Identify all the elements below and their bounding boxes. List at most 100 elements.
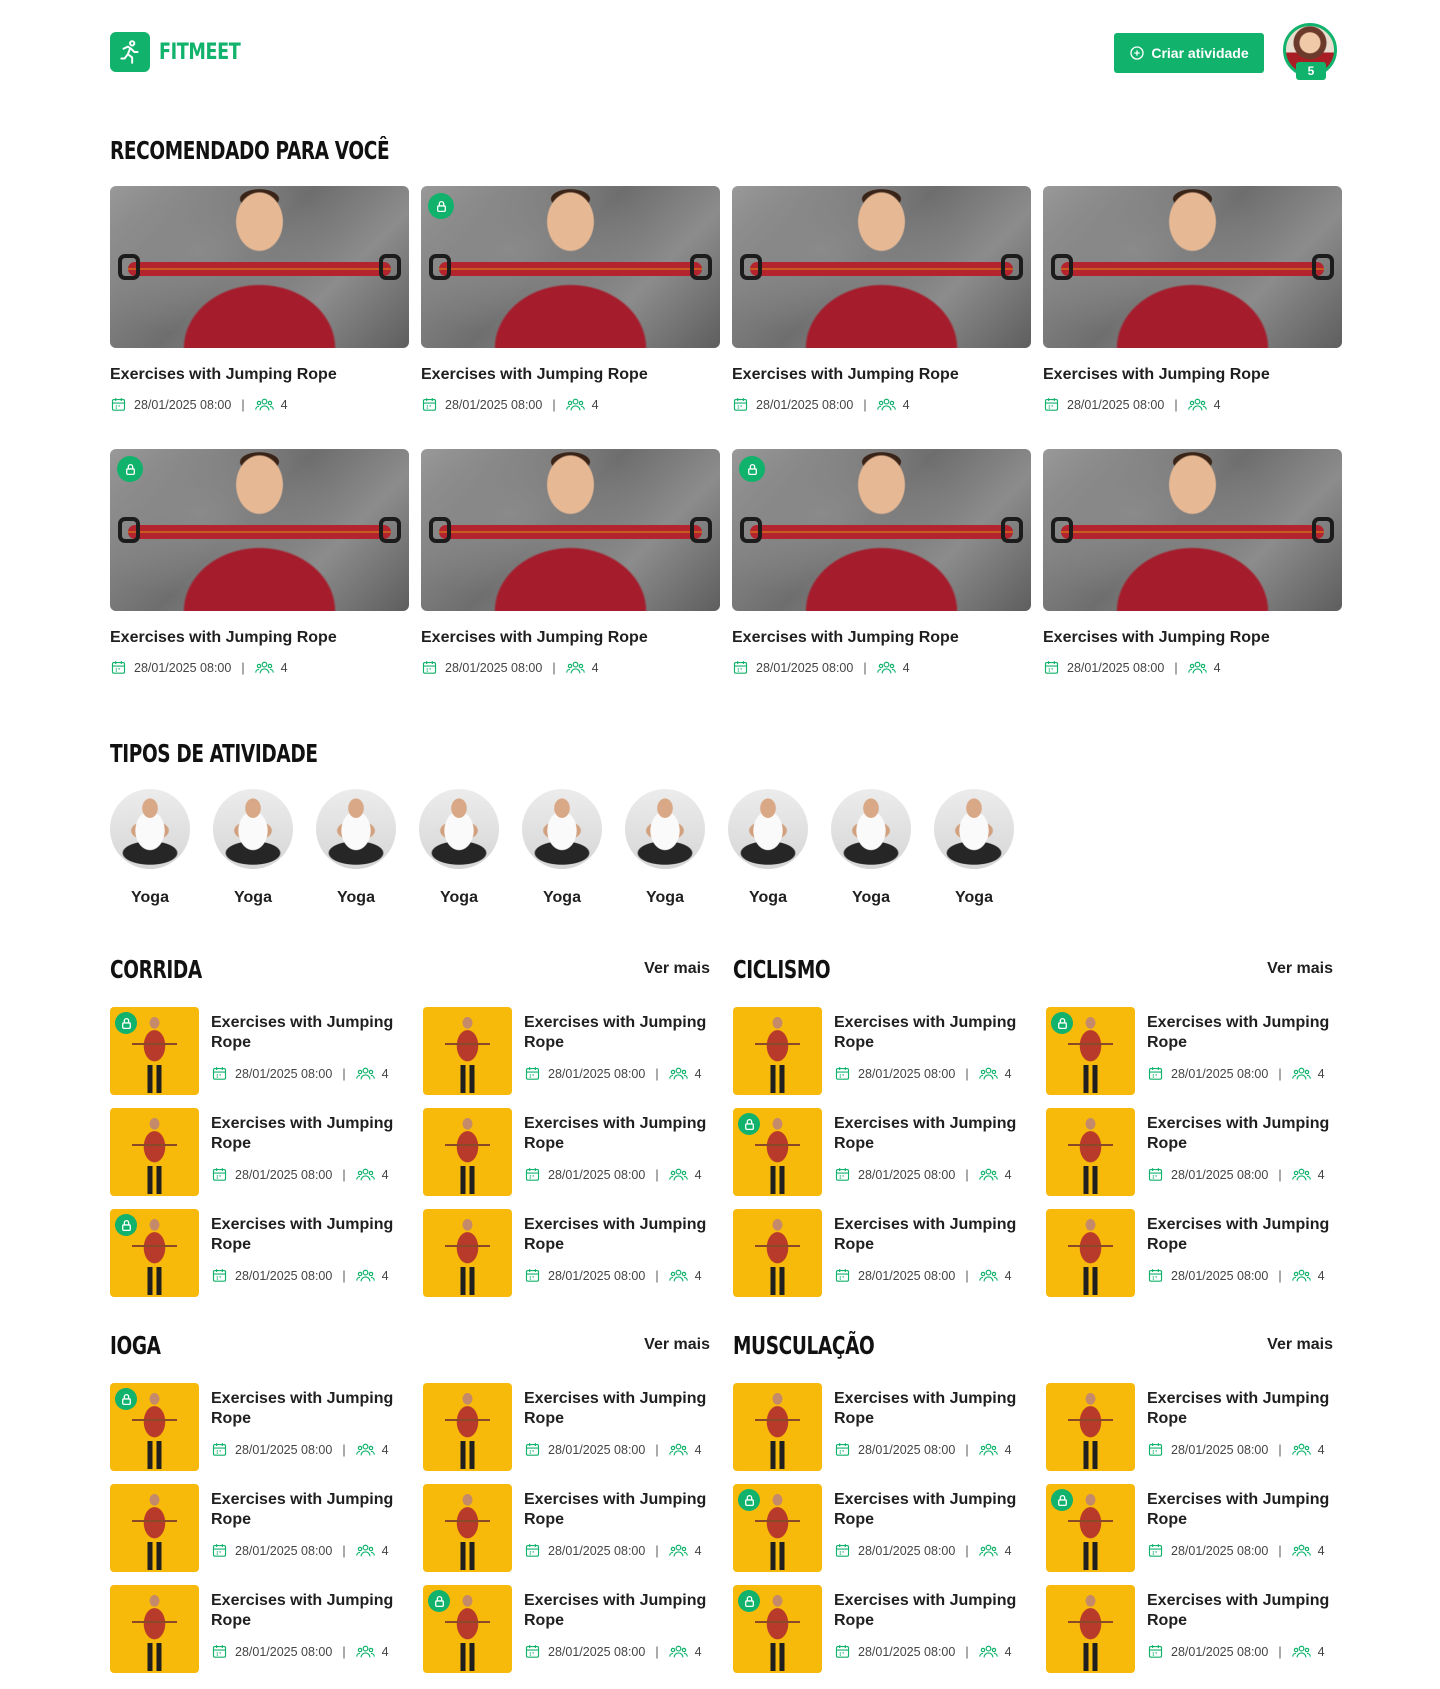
activity-type-item[interactable]: Yoga [831, 789, 911, 907]
activity-type-item[interactable]: Yoga [728, 789, 808, 907]
see-more-link[interactable]: Ver mais [644, 1336, 710, 1354]
activity-thumbnail [423, 1209, 512, 1297]
calendar-icon [524, 1166, 541, 1183]
activity-list-item[interactable]: Exercises with Jumping Rope 28/01/2025 0… [1046, 1007, 1341, 1095]
lock-icon [428, 193, 454, 219]
activity-list-item[interactable]: Exercises with Jumping Rope 28/01/2025 0… [110, 1108, 405, 1196]
user-avatar-button[interactable]: 5 [1283, 23, 1337, 83]
activity-list-item[interactable]: Exercises with Jumping Rope 28/01/2025 0… [1046, 1383, 1341, 1471]
activity-info: Exercises with Jumping Rope 28/01/2025 0… [834, 1007, 1028, 1095]
activity-date: 28/01/2025 08:00 [1171, 1442, 1269, 1457]
activity-type-item[interactable]: Yoga [625, 789, 705, 907]
activity-title: Exercises with Jumping Rope [1147, 1115, 1330, 1152]
calendar-icon [524, 1065, 541, 1082]
activity-card[interactable]: Exercises with Jumping Rope 28/01/2025 0… [1043, 449, 1342, 676]
activity-card[interactable]: Exercises with Jumping Rope 28/01/2025 0… [421, 449, 720, 676]
activity-type-image [419, 789, 499, 869]
activity-title: Exercises with Jumping Rope [1043, 629, 1270, 646]
activity-list-item[interactable]: Exercises with Jumping Rope 28/01/2025 0… [110, 1209, 405, 1297]
activity-card[interactable]: Exercises with Jumping Rope 28/01/2025 0… [732, 186, 1031, 413]
see-more-link[interactable]: Ver mais [644, 960, 710, 978]
activity-title: Exercises with Jumping Rope [211, 1014, 394, 1051]
activity-list-item[interactable]: Exercises with Jumping Rope 28/01/2025 0… [733, 1108, 1028, 1196]
activity-list-item[interactable]: Exercises with Jumping Rope 28/01/2025 0… [423, 1007, 718, 1095]
activity-card[interactable]: Exercises with Jumping Rope 28/01/2025 0… [732, 449, 1031, 676]
activity-list-item[interactable]: Exercises with Jumping Rope 28/01/2025 0… [110, 1383, 405, 1471]
activity-title: Exercises with Jumping Rope [211, 1390, 394, 1427]
activity-list-item[interactable]: Exercises with Jumping Rope 28/01/2025 0… [1046, 1209, 1341, 1297]
activity-date: 28/01/2025 08:00 [1171, 1268, 1269, 1283]
activity-meta: 28/01/2025 08:00 | 4 [732, 659, 1031, 676]
meta-separator: | [655, 1268, 659, 1283]
participants-count: 4 [280, 397, 288, 412]
activity-thumbnail [423, 1108, 512, 1196]
participants-count: 4 [1317, 1066, 1325, 1081]
activity-title: Exercises with Jumping Rope [421, 366, 648, 383]
people-icon [978, 1542, 998, 1559]
participants-count: 4 [1317, 1268, 1325, 1283]
activity-thumbnail [733, 1108, 822, 1196]
activity-card[interactable]: Exercises with Jumping Rope 28/01/2025 0… [110, 449, 409, 676]
activity-meta: 28/01/2025 08:00 | 4 [421, 396, 720, 413]
participants-count: 4 [381, 1543, 389, 1558]
activity-list-item[interactable]: Exercises with Jumping Rope 28/01/2025 0… [423, 1383, 718, 1471]
activity-list-item[interactable]: Exercises with Jumping Rope 28/01/2025 0… [110, 1585, 405, 1673]
activity-card[interactable]: Exercises with Jumping Rope 28/01/2025 0… [1043, 186, 1342, 413]
activity-list-item[interactable]: Exercises with Jumping Rope 28/01/2025 0… [110, 1484, 405, 1572]
activity-card[interactable]: Exercises with Jumping Rope 28/01/2025 0… [421, 186, 720, 413]
activity-meta: 28/01/2025 08:00 | 4 [524, 1542, 718, 1559]
participants-count: 4 [280, 660, 288, 675]
activity-title: Exercises with Jumping Rope [524, 1491, 707, 1528]
activity-type-item[interactable]: Yoga [934, 789, 1014, 907]
calendar-icon [211, 1267, 228, 1284]
activity-info: Exercises with Jumping Rope 28/01/2025 0… [524, 1484, 718, 1572]
activity-list-item[interactable]: Exercises with Jumping Rope 28/01/2025 0… [733, 1007, 1028, 1095]
brand-logo[interactable]: FITMEET [110, 32, 261, 72]
activity-info: Exercises with Jumping Rope 28/01/2025 0… [524, 1108, 718, 1196]
activity-type-item[interactable]: Yoga [419, 789, 499, 907]
meta-separator: | [965, 1644, 969, 1659]
people-icon [565, 659, 585, 676]
activity-thumbnail [1046, 1484, 1135, 1572]
meta-separator: | [965, 1442, 969, 1457]
meta-separator: | [655, 1644, 659, 1659]
activity-type-image [934, 789, 1014, 869]
activity-list-item[interactable]: Exercises with Jumping Rope 28/01/2025 0… [1046, 1585, 1341, 1673]
activity-list-item[interactable]: Exercises with Jumping Rope 28/01/2025 0… [110, 1007, 405, 1095]
activity-list-item[interactable]: Exercises with Jumping Rope 28/01/2025 0… [1046, 1108, 1341, 1196]
people-icon [1291, 1542, 1311, 1559]
activity-type-item[interactable]: Yoga [213, 789, 293, 907]
activity-title: Exercises with Jumping Rope [211, 1491, 394, 1528]
calendar-icon [1043, 396, 1060, 413]
people-icon [978, 1065, 998, 1082]
activity-type-image [831, 789, 911, 869]
create-activity-button[interactable]: Criar atividade [1114, 33, 1264, 73]
activity-type-item[interactable]: Yoga [522, 789, 602, 907]
activity-card[interactable]: Exercises with Jumping Rope 28/01/2025 0… [110, 186, 409, 413]
people-icon [668, 1542, 688, 1559]
activity-list-item[interactable]: Exercises with Jumping Rope 28/01/2025 0… [423, 1108, 718, 1196]
activity-list-item[interactable]: Exercises with Jumping Rope 28/01/2025 0… [733, 1383, 1028, 1471]
activity-type-item[interactable]: Yoga [110, 789, 190, 907]
people-icon [876, 659, 896, 676]
people-icon [978, 1643, 998, 1660]
activity-type-label: Yoga [440, 889, 478, 906]
see-more-link[interactable]: Ver mais [1267, 960, 1333, 978]
activity-list-item[interactable]: Exercises with Jumping Rope 28/01/2025 0… [1046, 1484, 1341, 1572]
participants-count: 4 [694, 1442, 702, 1457]
activity-list-item[interactable]: Exercises with Jumping Rope 28/01/2025 0… [733, 1484, 1028, 1572]
activity-list-item[interactable]: Exercises with Jumping Rope 28/01/2025 0… [733, 1585, 1028, 1673]
participants-count: 4 [381, 1066, 389, 1081]
activity-image [732, 186, 1031, 348]
activity-title: Exercises with Jumping Rope [834, 1491, 1017, 1528]
activity-date: 28/01/2025 08:00 [1067, 397, 1165, 412]
activity-type-item[interactable]: Yoga [316, 789, 396, 907]
see-more-link[interactable]: Ver mais [1267, 1336, 1333, 1354]
activity-type-image [522, 789, 602, 869]
activity-list-item[interactable]: Exercises with Jumping Rope 28/01/2025 0… [423, 1209, 718, 1297]
activity-list-item[interactable]: Exercises with Jumping Rope 28/01/2025 0… [733, 1209, 1028, 1297]
calendar-icon [524, 1643, 541, 1660]
activity-list-item[interactable]: Exercises with Jumping Rope 28/01/2025 0… [423, 1585, 718, 1673]
activity-list-item[interactable]: Exercises with Jumping Rope 28/01/2025 0… [423, 1484, 718, 1572]
activity-info: Exercises with Jumping Rope 28/01/2025 0… [211, 1007, 405, 1095]
